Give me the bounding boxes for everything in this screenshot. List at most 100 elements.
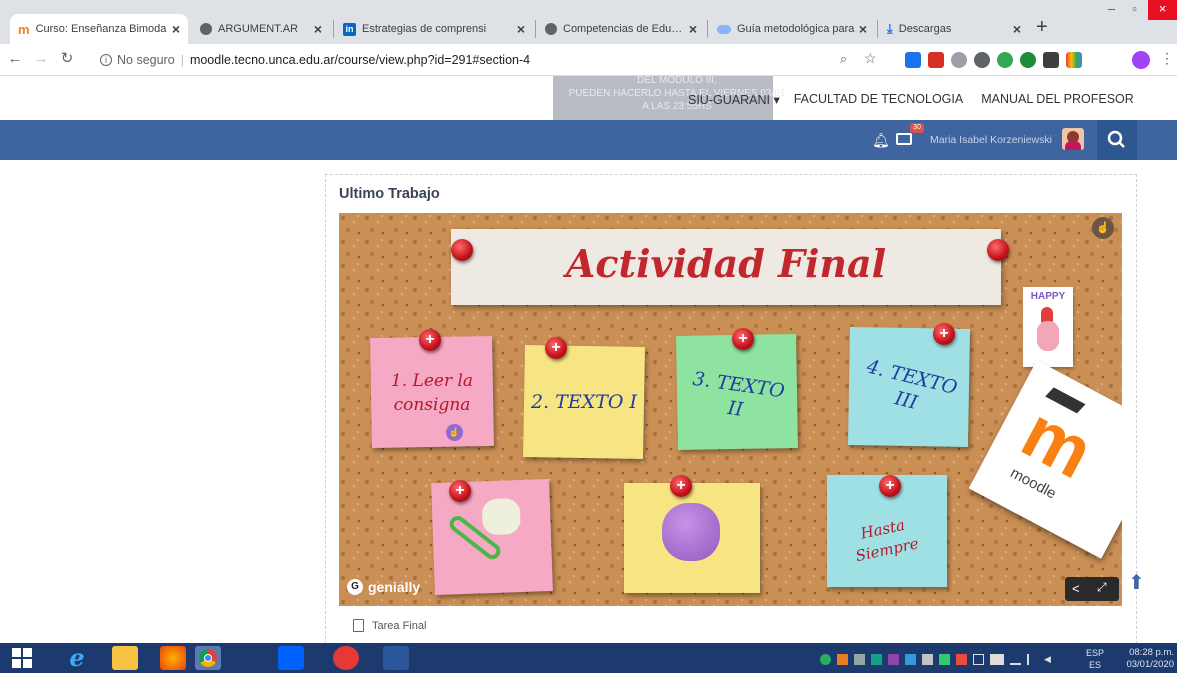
flag-icon[interactable] [1027, 654, 1038, 665]
internet-explorer-icon[interactable]: e [64, 646, 90, 670]
add-pin-button[interactable]: + [732, 328, 754, 350]
activity-link[interactable]: Tarea Final [372, 620, 426, 632]
tab-curso[interactable]: m Curso: Enseñanza Bimoda × [10, 14, 188, 44]
close-tab-icon[interactable]: × [314, 21, 322, 37]
dropbox-icon[interactable] [278, 646, 304, 670]
back-button[interactable]: ← [4, 48, 26, 70]
genially-board[interactable]: Actividad Final ☝ 1. Leer la consigna ☝ … [339, 213, 1122, 606]
site-header: DEL MODULO III, PUEDEN HACERLO HASTA EL … [0, 75, 1177, 120]
add-pin-button[interactable]: + [449, 480, 471, 502]
forward-button[interactable]: → [30, 48, 52, 70]
tab-title: Estrategias de comprensi [362, 23, 487, 35]
tray-icon[interactable] [820, 654, 831, 665]
close-tab-icon[interactable]: × [172, 21, 180, 37]
info-icon: i [100, 54, 112, 66]
extension-icon[interactable] [951, 52, 967, 68]
section-title: Ultimo Trabajo [339, 186, 440, 202]
manual-link[interactable]: MANUAL DEL PROFESOR [981, 92, 1134, 107]
profile-avatar[interactable] [1132, 51, 1150, 69]
close-window-button[interactable]: × [1148, 0, 1177, 20]
tab-title: Competencias de Educac [563, 23, 685, 35]
tray-icon[interactable] [922, 654, 933, 665]
user-avatar[interactable] [1062, 128, 1084, 150]
extension-icon[interactable] [974, 52, 990, 68]
url-text: moodle.tecno.unca.edu.ar/course/view.php… [189, 53, 531, 67]
board-title: Actividad Final [565, 241, 887, 286]
search-button[interactable] [1097, 120, 1137, 160]
tray-icon[interactable] [871, 654, 882, 665]
minimize-button[interactable]: – [1100, 0, 1123, 20]
display-icon[interactable] [990, 654, 1004, 665]
note-clay[interactable] [624, 483, 760, 593]
share-icon[interactable]: < [1072, 581, 1080, 596]
tab-guia[interactable]: Guía metodológica para × [709, 14, 875, 44]
address-bar[interactable]: i No seguro | moodle.tecno.unca.edu.ar/c… [100, 48, 555, 72]
add-pin-button[interactable]: + [545, 337, 567, 359]
pushpin [451, 239, 473, 261]
facultad-link[interactable]: FACULTAD DE TECNOLOGIA [794, 92, 963, 107]
tray-icon[interactable] [905, 654, 916, 665]
extension-icon[interactable] [905, 52, 921, 68]
header-links: SIU-GUARANI ▾ FACULTAD DE TECNOLOGIA MAN… [688, 92, 1134, 107]
extension-icon[interactable] [1043, 52, 1059, 68]
notifications-icon[interactable]: 🔔︎ [872, 132, 890, 149]
volume-icon[interactable]: ◀ [1044, 654, 1055, 665]
message-badge: 30 [910, 123, 924, 133]
fullscreen-icon[interactable]: ⤢ [1097, 580, 1107, 595]
firefox-icon[interactable] [160, 646, 186, 670]
siu-guarani-link[interactable]: SIU-GUARANI ▾ [688, 92, 780, 107]
system-tray: ◀ [820, 654, 1080, 666]
genially-brand[interactable]: G genially [347, 579, 420, 595]
close-tab-icon[interactable]: × [517, 21, 525, 37]
battery-icon[interactable] [973, 654, 984, 665]
extension-icon[interactable] [1066, 52, 1082, 68]
add-pin-button[interactable]: + [933, 323, 955, 345]
cloud-icon [717, 24, 731, 34]
add-pin-button[interactable]: + [670, 475, 692, 497]
hand-icon[interactable]: ☝ [446, 424, 463, 441]
tray-icon[interactable] [956, 654, 967, 665]
tray-icon[interactable] [854, 654, 865, 665]
add-pin-button[interactable]: + [419, 329, 441, 351]
tab-argument[interactable]: ARGUMENT.AR × [192, 14, 330, 44]
globe-icon [545, 23, 557, 35]
tray-icon[interactable] [888, 654, 899, 665]
word-icon[interactable] [383, 646, 409, 670]
zoom-icon[interactable]: ⌕ [840, 51, 847, 67]
extension-icon[interactable] [997, 52, 1013, 68]
navbar: 🔔︎ 30 Maria Isabel Korzeniewski [0, 120, 1177, 160]
menu-icon[interactable]: ⋮ [1160, 50, 1174, 67]
add-pin-button[interactable]: + [879, 475, 901, 497]
extension-icon[interactable] [928, 52, 944, 68]
user-name[interactable]: Maria Isabel Korzeniewski [930, 134, 1052, 146]
close-tab-icon[interactable]: × [859, 21, 867, 37]
chrome-taskbar-button[interactable] [195, 646, 221, 670]
messages-icon[interactable] [896, 133, 912, 145]
close-tab-icon[interactable]: × [1013, 21, 1021, 37]
new-tab-button[interactable]: + [1036, 16, 1048, 39]
mail-icon[interactable] [333, 646, 359, 670]
reload-button[interactable]: ↻ [56, 48, 78, 70]
tray-icon[interactable] [837, 654, 848, 665]
maximize-button[interactable]: ▫ [1123, 0, 1146, 20]
windows-start-icon[interactable] [12, 648, 32, 668]
bookmark-star-icon[interactable]: ☆ [864, 50, 877, 67]
tab-competencias[interactable]: Competencias de Educac × [537, 14, 705, 44]
download-icon: ⤓ [887, 21, 893, 36]
tab-estrategias[interactable]: in Estrategias de comprensi × [335, 14, 533, 44]
network-icon[interactable] [1010, 654, 1021, 665]
tab-descargas[interactable]: ⤓ Descargas × [879, 14, 1029, 44]
moodle-icon: m [18, 21, 30, 37]
language-indicator[interactable]: ESP ES [1086, 647, 1104, 671]
clock[interactable]: 08:28 p.m. 03/01/2020 [1118, 647, 1174, 671]
interaction-hint-icon[interactable]: ☝ [1092, 217, 1114, 239]
tray-icon[interactable] [939, 654, 950, 665]
globe-icon [200, 23, 212, 35]
extension-icon[interactable] [1020, 52, 1036, 68]
close-tab-icon[interactable]: × [689, 21, 697, 37]
file-explorer-icon[interactable] [112, 646, 138, 670]
note-label: 2. TEXTO I [530, 391, 638, 413]
happy-gnome-image: HAPPY [1023, 287, 1073, 367]
back-to-top-icon[interactable]: ⬆ [1128, 570, 1145, 595]
tab-title: Curso: Enseñanza Bimoda [35, 23, 167, 35]
